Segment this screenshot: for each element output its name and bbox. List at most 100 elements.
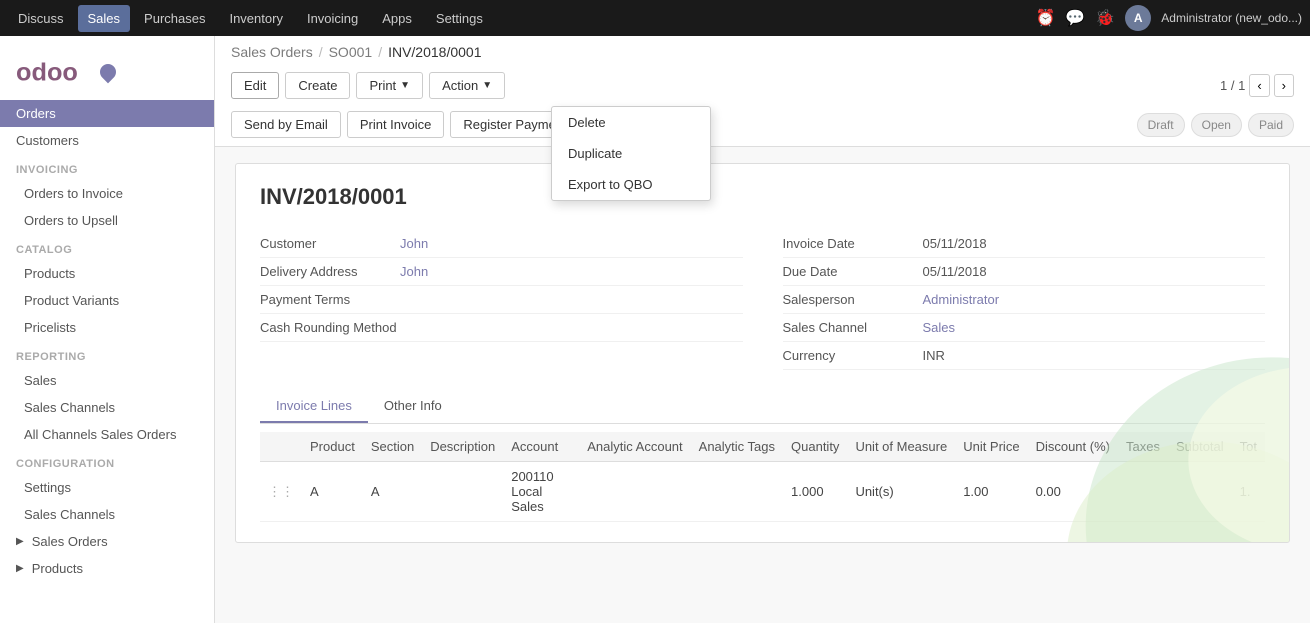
breadcrumb-sales-orders[interactable]: Sales Orders	[231, 44, 313, 60]
nav-discuss[interactable]: Discuss	[8, 5, 74, 32]
action-duplicate[interactable]: Duplicate	[552, 138, 710, 169]
row-product[interactable]: A	[302, 462, 363, 522]
user-avatar[interactable]: A	[1125, 5, 1151, 31]
delivery-address-value[interactable]: John	[400, 264, 428, 279]
salesperson-value[interactable]: Administrator	[923, 292, 1000, 307]
sidebar-item-customers[interactable]: Customers	[0, 127, 214, 154]
nav-inventory[interactable]: Inventory	[219, 5, 292, 32]
pagination: 1 / 1 ‹ ›	[1220, 74, 1294, 97]
sidebar-item-orders-to-upsell[interactable]: Orders to Upsell	[0, 207, 214, 234]
user-label: Administrator (new_odo...)	[1161, 11, 1302, 25]
row-drag-handle[interactable]: ⋮⋮	[260, 462, 302, 522]
sidebar-item-all-channels-sales-orders[interactable]: All Channels Sales Orders	[0, 421, 214, 448]
col-analytic-account: Analytic Account	[579, 432, 690, 462]
row-subtotal[interactable]	[1168, 462, 1232, 522]
nav-invoicing[interactable]: Invoicing	[297, 5, 368, 32]
edit-button[interactable]: Edit	[231, 72, 279, 99]
row-tot[interactable]: 1.	[1232, 462, 1265, 522]
clock-icon[interactable]: ⏰	[1036, 8, 1056, 28]
sidebar-item-product-variants[interactable]: Product Variants	[0, 287, 214, 314]
col-account: Account	[503, 432, 579, 462]
breadcrumb-so001[interactable]: SO001	[329, 44, 373, 60]
tab-other-info[interactable]: Other Info	[368, 390, 458, 423]
status-paid[interactable]: Paid	[1248, 113, 1294, 137]
due-date-value: 05/11/2018	[923, 264, 987, 279]
sidebar-item-products[interactable]: Products	[0, 260, 214, 287]
odoo-logo: odoo	[16, 52, 96, 92]
pagination-next[interactable]: ›	[1274, 74, 1294, 97]
action-button[interactable]: Action ▼	[429, 72, 505, 99]
field-salesperson: Salesperson Administrator	[783, 286, 1266, 314]
sidebar-item-pricelists[interactable]: Pricelists	[0, 314, 214, 341]
row-unit-price[interactable]: 1.00	[955, 462, 1027, 522]
row-account[interactable]: 200110 Local Sales	[503, 462, 579, 522]
field-currency: Currency INR	[783, 342, 1266, 370]
sidebar-item-config-settings[interactable]: Settings	[0, 474, 214, 501]
pagination-text: 1 / 1	[1220, 78, 1245, 93]
print-button[interactable]: Print ▼	[356, 72, 423, 99]
customer-value[interactable]: John	[400, 236, 428, 251]
delivery-address-label: Delivery Address	[260, 264, 400, 279]
page-header: Sales Orders / SO001 / INV/2018/0001 Edi…	[215, 36, 1310, 147]
action-delete[interactable]: Delete	[552, 107, 710, 138]
invoice-card: INV/2018/0001 Customer John Delivery Add…	[235, 163, 1290, 543]
status-pills: 1 / 1 ‹ ›	[1220, 74, 1294, 97]
breadcrumb-current: INV/2018/0001	[388, 44, 481, 60]
tab-invoice-lines[interactable]: Invoice Lines	[260, 390, 368, 423]
print-label: Print	[369, 78, 396, 93]
currency-label: Currency	[783, 348, 923, 363]
row-discount[interactable]: 0.00	[1028, 462, 1118, 522]
pagination-prev[interactable]: ‹	[1249, 74, 1269, 97]
row-analytic-tags[interactable]	[691, 462, 783, 522]
nav-apps[interactable]: Apps	[372, 5, 422, 32]
sidebar-item-orders-to-invoice[interactable]: Orders to Invoice	[0, 180, 214, 207]
status-draft[interactable]: Draft	[1137, 113, 1185, 137]
row-taxes[interactable]	[1118, 462, 1168, 522]
print-invoice-button[interactable]: Print Invoice	[347, 111, 445, 138]
col-discount: Discount (%)	[1028, 432, 1118, 462]
row-section[interactable]: A	[363, 462, 422, 522]
sales-channel-value[interactable]: Sales	[923, 320, 956, 335]
create-button[interactable]: Create	[285, 72, 350, 99]
sidebar-item-config-products[interactable]: ▶ Products	[0, 555, 214, 582]
sales-channel-label: Sales Channel	[783, 320, 923, 335]
col-unit-price: Unit Price	[955, 432, 1027, 462]
action-export-qbo[interactable]: Export to QBO	[552, 169, 710, 200]
action-label: Action	[442, 78, 478, 93]
status-area: Draft Open Paid	[1137, 113, 1294, 137]
print-dropdown-arrow: ▼	[400, 80, 410, 91]
payment-terms-label: Payment Terms	[260, 292, 400, 307]
sidebar-item-sales-reporting[interactable]: Sales	[0, 367, 214, 394]
col-quantity: Quantity	[783, 432, 847, 462]
bug-icon[interactable]: 🐞	[1095, 8, 1115, 28]
invoice-left-fields: Customer John Delivery Address John Paym…	[260, 230, 743, 370]
send-by-email-button[interactable]: Send by Email	[231, 111, 341, 138]
row-analytic-account[interactable]	[579, 462, 690, 522]
sidebar-item-config-sales-orders[interactable]: ▶ Sales Orders	[0, 528, 214, 555]
action-dropdown-arrow: ▼	[482, 80, 492, 91]
action-toolbar: Send by Email Print Invoice Register Pay…	[231, 107, 1294, 146]
col-taxes: Taxes	[1118, 432, 1168, 462]
sidebar-item-orders[interactable]: Orders	[0, 100, 214, 127]
row-unit-of-measure[interactable]: Unit(s)	[847, 462, 955, 522]
row-description[interactable]	[422, 462, 503, 522]
invoice-lines-table: Product Section Description Account Anal…	[260, 432, 1265, 522]
cash-rounding-label: Cash Rounding Method	[260, 320, 400, 335]
section-configuration: Configuration	[0, 448, 214, 474]
col-drag	[260, 432, 302, 462]
top-nav-right: ⏰ 💬 🐞 A Administrator (new_odo...)	[1036, 5, 1303, 31]
nav-settings[interactable]: Settings	[426, 5, 493, 32]
nav-purchases[interactable]: Purchases	[134, 5, 215, 32]
row-quantity[interactable]: 1.000	[783, 462, 847, 522]
nav-sales[interactable]: Sales	[78, 5, 131, 32]
field-cash-rounding: Cash Rounding Method	[260, 314, 743, 342]
sidebar-item-sales-channels-reporting[interactable]: Sales Channels	[0, 394, 214, 421]
section-catalog: Catalog	[0, 234, 214, 260]
col-unit-of-measure: Unit of Measure	[847, 432, 955, 462]
sidebar-item-config-sales-channels[interactable]: Sales Channels	[0, 501, 214, 528]
chat-icon[interactable]: 💬	[1065, 8, 1085, 28]
field-payment-terms: Payment Terms	[260, 286, 743, 314]
status-open[interactable]: Open	[1191, 113, 1242, 137]
main-layout: odoo Orders Customers Invoicing Orders t…	[0, 36, 1310, 623]
logo-area: odoo	[0, 36, 214, 100]
